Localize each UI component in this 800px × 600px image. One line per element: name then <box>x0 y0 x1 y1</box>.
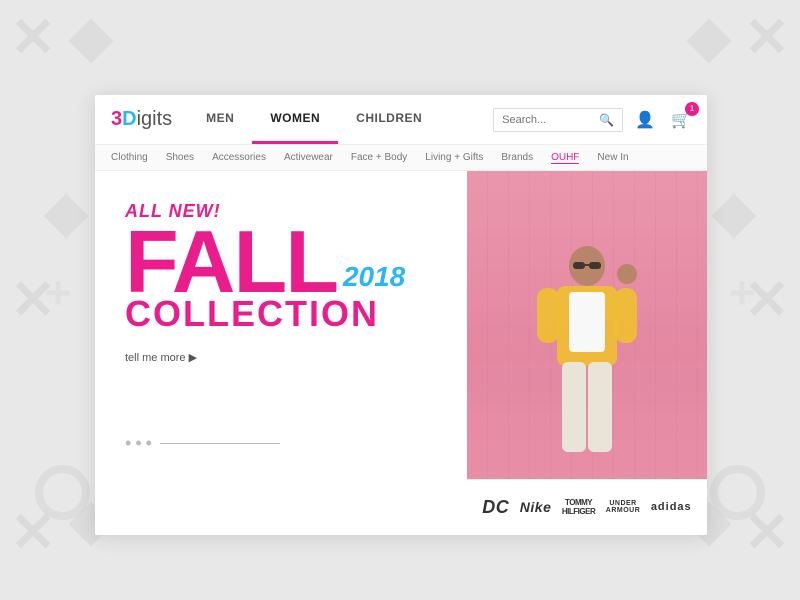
logo[interactable]: 3Digits <box>95 95 188 144</box>
subnav-activewear[interactable]: Activewear <box>284 152 333 163</box>
hero-cta[interactable]: tell me more ▶ <box>125 351 435 364</box>
hero-fall: FALL <box>125 222 337 301</box>
nav-right: 🔍 👤 🛒 1 <box>481 95 707 144</box>
person-figure <box>527 244 647 474</box>
slider-line <box>160 443 280 444</box>
hero-collection: COLLECTION <box>125 293 435 335</box>
dot-2[interactable]: • <box>135 433 141 454</box>
cart-badge: 1 <box>685 102 699 116</box>
user-icon[interactable]: 👤 <box>631 106 659 134</box>
brands-bar: DC Nike TOMMYHILFIGER UNDERARMOUR adidas <box>467 479 707 534</box>
sub-nav: Clothing Shoes Accessories Activewear Fa… <box>95 145 707 171</box>
dot-3[interactable]: • <box>146 433 152 454</box>
search-input[interactable] <box>502 114 599 126</box>
hero-fall-line: FALL 2018 <box>125 222 435 301</box>
nav-children[interactable]: CHILDREN <box>338 95 440 144</box>
subnav-face-body[interactable]: Face + Body <box>351 152 407 163</box>
hero-section: ALL NEW! FALL 2018 COLLECTION tell me mo… <box>95 171 707 534</box>
brand-nike[interactable]: Nike <box>520 499 552 515</box>
brand-adidas[interactable]: adidas <box>651 501 692 513</box>
subnav-ouhf[interactable]: OUHF <box>551 152 579 164</box>
brand-tommy-hilfiger[interactable]: TOMMYHILFIGER <box>562 498 595 516</box>
nav-women[interactable]: WOMEN <box>252 95 338 144</box>
hero-year: 2018 <box>343 263 405 291</box>
dot-1[interactable]: • <box>125 433 131 454</box>
subnav-living-gifts[interactable]: Living + Gifts <box>425 152 483 163</box>
subnav-clothing[interactable]: Clothing <box>111 152 148 163</box>
navbar: 3Digits MEN WOMEN CHILDREN 🔍 👤 🛒 1 <box>95 95 707 145</box>
nav-men[interactable]: MEN <box>188 95 252 144</box>
subnav-new-in[interactable]: New In <box>597 152 628 163</box>
nav-items: MEN WOMEN CHILDREN <box>188 95 481 144</box>
logo-igits: igits <box>137 108 173 130</box>
search-box[interactable]: 🔍 <box>493 108 623 132</box>
subnav-shoes[interactable]: Shoes <box>166 152 194 163</box>
search-icon: 🔍 <box>599 113 614 127</box>
main-card: 3Digits MEN WOMEN CHILDREN 🔍 👤 🛒 1 Cloth… <box>95 95 707 535</box>
logo-3: 3 <box>111 108 122 130</box>
brand-under-armour[interactable]: UNDERARMOUR <box>606 500 641 514</box>
slider-dots: • • • <box>125 433 280 454</box>
logo-d: D <box>122 108 136 130</box>
hero-text-area: ALL NEW! FALL 2018 COLLECTION tell me mo… <box>95 171 455 534</box>
subnav-brands[interactable]: Brands <box>501 152 533 163</box>
cart-wrapper[interactable]: 🛒 1 <box>667 106 695 134</box>
brand-dc[interactable]: DC <box>482 497 509 518</box>
subnav-accessories[interactable]: Accessories <box>212 152 266 163</box>
